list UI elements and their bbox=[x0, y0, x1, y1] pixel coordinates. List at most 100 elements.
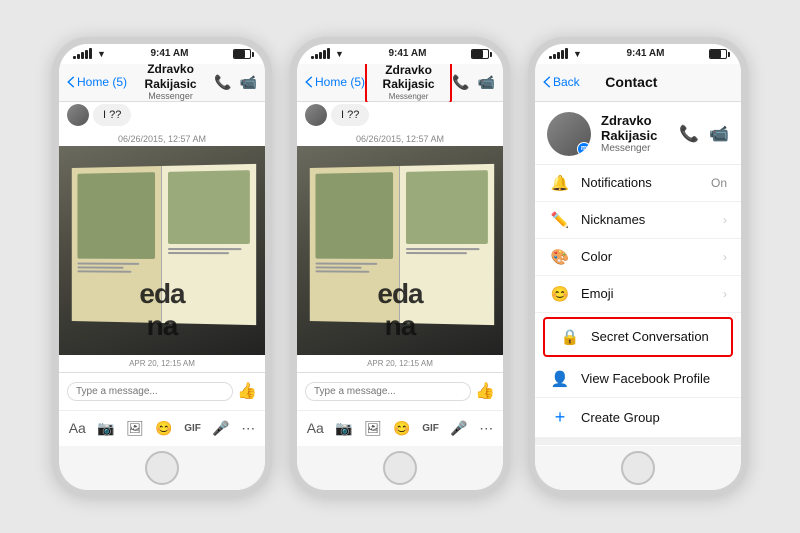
title-highlight-box: Zdravko Rakijasic Messenger bbox=[365, 64, 452, 105]
image-icon-2[interactable]: 🖼 bbox=[364, 420, 382, 437]
gif-icon-2[interactable]: GIF bbox=[422, 423, 439, 434]
nav-icons-1: 📞 📹 bbox=[214, 74, 257, 91]
avatar-them-2 bbox=[305, 104, 327, 126]
call-icon-1[interactable]: 📞 bbox=[214, 74, 231, 91]
video-icon-3[interactable]: 📹 bbox=[709, 124, 729, 144]
contact-header: m Zdravko Rakijasic Messenger 📞 📹 bbox=[535, 102, 741, 165]
screen-2: Home (5) Zdravko Rakijasic Messenger 📞 📹… bbox=[297, 64, 503, 446]
time-display-1: 9:41 AM bbox=[150, 48, 188, 59]
chat-image-2: edana bbox=[297, 146, 503, 355]
back-button-2[interactable]: Home (5) bbox=[305, 75, 365, 89]
camera-icon-2[interactable]: 📷 bbox=[335, 420, 352, 437]
chat-input-2[interactable] bbox=[305, 382, 471, 401]
nav-title-1: Zdravko Rakijasic Messenger bbox=[127, 64, 214, 102]
chat-input-bar-2: 👍 bbox=[297, 372, 503, 410]
more-icon-1[interactable]: ⋯ bbox=[241, 420, 255, 437]
status-bar-1: ▼ 9:41 AM bbox=[59, 44, 265, 64]
contact-app: Messenger bbox=[601, 143, 669, 154]
chat-message-2: I ?? bbox=[331, 104, 369, 126]
contact-menu-list: 🔔 Notifications On ✏️ Nicknames › 🎨 Colo… bbox=[535, 165, 741, 446]
fb-profile-label: View Facebook Profile bbox=[581, 371, 727, 386]
contact-name: Zdravko Rakijasic bbox=[601, 113, 669, 143]
avatar-them-1 bbox=[67, 104, 89, 126]
status-bar-2: ▼ 9:41 AM bbox=[297, 44, 503, 64]
secret-conversation-highlight: 🔒 Secret Conversation bbox=[543, 317, 733, 357]
create-group-label: Create Group bbox=[581, 410, 727, 425]
time-display-3: 9:41 AM bbox=[626, 48, 664, 59]
phone-bottom-3 bbox=[535, 446, 741, 490]
chat-date-top-2: 06/26/2015, 12:57 AM bbox=[297, 128, 503, 146]
gif-icon-1[interactable]: GIF bbox=[184, 423, 201, 434]
font-icon-1[interactable]: Aa bbox=[69, 420, 86, 436]
nav-title-2: Zdravko Rakijasic Messenger bbox=[365, 64, 452, 105]
back-button-1[interactable]: Home (5) bbox=[67, 75, 127, 89]
fb-profile-icon: 👤 bbox=[549, 370, 571, 388]
video-icon-2[interactable]: 📹 bbox=[478, 74, 495, 91]
video-icon-1[interactable]: 📹 bbox=[240, 74, 257, 91]
home-button-3[interactable] bbox=[621, 451, 655, 485]
battery-icon-2 bbox=[471, 49, 489, 59]
menu-item-color[interactable]: 🎨 Color › bbox=[535, 239, 741, 276]
chat-area-1: I ?? 06/26/2015, 12:57 AM bbox=[59, 102, 265, 372]
home-button-1[interactable] bbox=[145, 451, 179, 485]
screen-1: Home (5) Zdravko Rakijasic Messenger 📞 📹… bbox=[59, 64, 265, 446]
menu-item-secret-conversation[interactable]: 🔒 Secret Conversation bbox=[545, 319, 731, 355]
status-bar-3: ▼ 9:41 AM bbox=[535, 44, 741, 64]
chat-toolbar-2: Aa 📷 🖼 😊 GIF 🎤 ⋯ bbox=[297, 410, 503, 446]
nicknames-label: Nicknames bbox=[581, 212, 713, 227]
chat-message-1: I ?? bbox=[93, 104, 131, 126]
chat-input-bar-1: 👍 bbox=[59, 372, 265, 410]
menu-item-notifications[interactable]: 🔔 Notifications On bbox=[535, 165, 741, 202]
sticker-icon-1[interactable]: 😊 bbox=[155, 420, 172, 437]
nav-bar-2: Home (5) Zdravko Rakijasic Messenger 📞 📹 bbox=[297, 64, 503, 102]
emoji-chevron: › bbox=[723, 287, 727, 301]
chat-image-1: edana bbox=[59, 146, 265, 355]
call-icon-2[interactable]: 📞 bbox=[452, 74, 469, 91]
call-icon-3[interactable]: 📞 bbox=[679, 124, 699, 144]
phone-bottom-2 bbox=[297, 446, 503, 490]
emoji-label: Emoji bbox=[581, 286, 713, 301]
signal-icon bbox=[73, 48, 92, 59]
like-icon-1[interactable]: 👍 bbox=[237, 381, 257, 401]
notification-icon: 🔔 bbox=[549, 174, 571, 192]
signal-icon-3 bbox=[549, 48, 568, 59]
menu-item-fb-profile[interactable]: 👤 View Facebook Profile bbox=[535, 361, 741, 398]
contact-action-icons: 📞 📹 bbox=[679, 124, 729, 144]
home-button-2[interactable] bbox=[383, 451, 417, 485]
emoji-icon: 😊 bbox=[549, 285, 571, 303]
battery-icon-3 bbox=[709, 49, 727, 59]
contact-info: Zdravko Rakijasic Messenger bbox=[601, 113, 669, 154]
chat-input-1[interactable] bbox=[67, 382, 233, 401]
nicknames-chevron: › bbox=[723, 213, 727, 227]
phone-bottom-1 bbox=[59, 446, 265, 490]
battery-icon bbox=[233, 49, 251, 59]
menu-item-block[interactable]: Block › bbox=[535, 445, 741, 446]
like-icon-2[interactable]: 👍 bbox=[475, 381, 495, 401]
sticker-icon-2[interactable]: 😊 bbox=[393, 420, 410, 437]
audio-icon-1[interactable]: 🎤 bbox=[212, 420, 229, 437]
chat-date-bottom-2: APR 20, 12:15 AM bbox=[297, 355, 503, 372]
nicknames-icon: ✏️ bbox=[549, 211, 571, 229]
messenger-badge: m bbox=[577, 142, 591, 156]
screen-3: Back Contact m Zdravko Rakijasic Messeng… bbox=[535, 64, 741, 446]
chat-date-top-1: 06/26/2015, 12:57 AM bbox=[59, 128, 265, 146]
menu-item-create-group[interactable]: + Create Group bbox=[535, 398, 741, 445]
chat-bubble-them-2: I ?? bbox=[297, 102, 503, 128]
menu-item-nicknames[interactable]: ✏️ Nicknames › bbox=[535, 202, 741, 239]
menu-item-emoji[interactable]: 😊 Emoji › bbox=[535, 276, 741, 313]
image-icon-1[interactable]: 🖼 bbox=[126, 420, 144, 437]
color-icon: 🎨 bbox=[549, 248, 571, 266]
chat-bubble-them-1: I ?? bbox=[59, 102, 265, 128]
phone-1: ▼ 9:41 AM Home (5) Zdravko Rakijasic Mes… bbox=[52, 37, 272, 497]
notifications-value: On bbox=[711, 176, 727, 190]
nav-bar-3: Back Contact bbox=[535, 64, 741, 102]
audio-icon-2[interactable]: 🎤 bbox=[450, 420, 467, 437]
chat-toolbar-1: Aa 📷 🖼 😊 GIF 🎤 ⋯ bbox=[59, 410, 265, 446]
nav-title-3: Contact bbox=[580, 74, 683, 91]
font-icon-2[interactable]: Aa bbox=[307, 420, 324, 436]
create-group-icon: + bbox=[549, 407, 571, 428]
more-icon-2[interactable]: ⋯ bbox=[479, 420, 493, 437]
back-button-3[interactable]: Back bbox=[543, 75, 580, 89]
signal-icon-2 bbox=[311, 48, 330, 59]
camera-icon-1[interactable]: 📷 bbox=[97, 420, 114, 437]
